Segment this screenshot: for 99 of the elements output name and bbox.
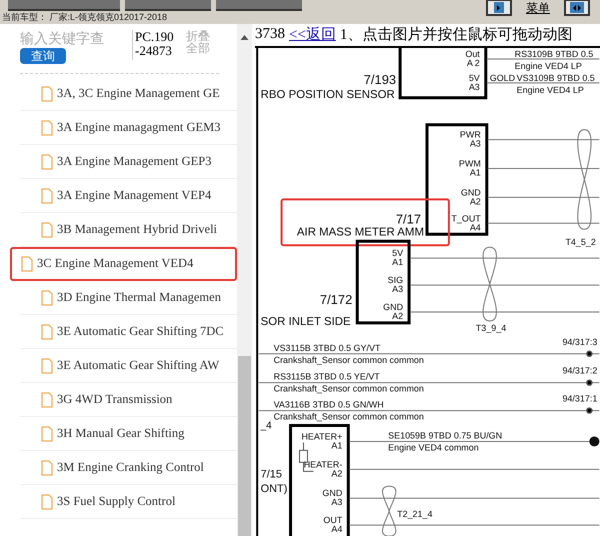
search-field[interactable]: 输入关键字查 — [20, 30, 120, 48]
file-icon — [41, 86, 53, 102]
twisted-pair-drawing — [382, 486, 396, 536]
file-icon — [41, 460, 53, 476]
search-button[interactable]: 查询 — [20, 48, 66, 64]
wire-circuit-label: Engine VED4 LP — [516, 84, 584, 95]
splice-icon — [586, 350, 593, 357]
pin-number-label: A3 — [331, 497, 342, 508]
wire-circuit-label: Crankshaft_Sensor common common — [274, 384, 424, 394]
splice-icon — [589, 436, 600, 446]
connector-ref-label: 7/17 — [396, 211, 422, 226]
file-icon — [41, 392, 53, 408]
page-number: 3738 — [255, 26, 285, 44]
code-text: PC.190-24873 — [132, 30, 176, 60]
file-icon — [41, 358, 53, 374]
pin-signal-label: HEATER+ — [301, 431, 342, 442]
splice-label: 94/317:3 — [562, 336, 598, 347]
tree-item[interactable]: 3G 4WD Transmission — [20, 383, 237, 417]
pin-signal-label: GND — [383, 302, 404, 312]
tree-item[interactable]: 3A, 3C Engine Management GE — [20, 77, 237, 111]
wire-circuit-label: Engine VED4 common — [388, 442, 479, 452]
component-name-label: AIR MASS METER AMM — [296, 226, 424, 238]
file-icon — [41, 154, 53, 170]
wire-code-label: VA3116B 3TBD 0.5 GN/WH — [274, 400, 384, 410]
file-icon — [41, 290, 53, 306]
file-icon — [41, 324, 53, 340]
pin-signal-label: 5V — [392, 248, 404, 258]
pin-signal-label: PWM — [458, 158, 481, 168]
file-icon — [41, 494, 53, 510]
pin-number-label: A 2 — [466, 58, 480, 68]
pin-number-label: A1 — [392, 257, 404, 268]
twist-label: T2_21_4 — [397, 509, 432, 520]
pin-signal-label: 5V — [468, 72, 480, 83]
wire-circuit-label: Engine VED4 LP — [514, 60, 582, 71]
twist-label: T4_5_2 — [565, 237, 596, 248]
pin-number-label: A1 — [331, 440, 342, 450]
wire-code-label: RS3115B 3TBD 0.5 YE/VT — [274, 372, 380, 382]
pin-signal-label: HEATER- — [304, 459, 342, 470]
scrollbar-thumb[interactable] — [238, 356, 251, 536]
file-icon — [41, 120, 53, 136]
wire-circuit-label: Crankshaft_Sensor common common — [274, 411, 424, 422]
panel-arrow-icon[interactable] — [486, 0, 512, 16]
component-name-label: RBO POSITION SENSOR — [260, 88, 395, 101]
tree-item[interactable]: 3M Engine Cranking Control — [20, 451, 237, 485]
back-link[interactable]: <<返回 — [289, 25, 336, 44]
file-icon — [21, 256, 33, 272]
wire-circuit-label: Crankshaft_Sensor common common — [274, 354, 424, 365]
pin-signal-label: GND — [322, 488, 342, 498]
connector-ref-label: 7/15 — [260, 468, 282, 480]
toolbar-button[interactable] — [216, 0, 302, 11]
tree-item[interactable]: 3S Fuel Supply Control — [20, 485, 237, 519]
tree-item[interactable]: 3A Engine managagment GEM3 — [20, 111, 237, 145]
component-name-label: ONT) — [260, 483, 288, 496]
pin-number-label: A3 — [392, 284, 404, 294]
pin-signal-label: PWR — [460, 130, 481, 140]
pin-number-label: A3 — [468, 82, 480, 92]
current-model-text: 当前车型： 厂家:L-领克领克012017-2018 — [1, 12, 168, 23]
file-icon — [41, 426, 53, 442]
twist-label: T3_9_4 — [476, 322, 506, 333]
splice-label: 94/317:1 — [562, 394, 598, 404]
tree-item[interactable]: 3B Management Hybrid Driveli — [20, 213, 237, 247]
tree-item[interactable]: 3D Engine Thermal Managemen — [20, 281, 237, 315]
pin-number-label: A4 — [331, 524, 342, 534]
pin-number-label: A2 — [331, 468, 342, 478]
splice-label: 94/317:2 — [562, 366, 598, 376]
toolbar-button[interactable] — [8, 0, 120, 11]
tree-item[interactable]: 3C Engine Management VED4 — [10, 247, 237, 281]
tree-item[interactable]: 3A Engine Management VEP4 — [20, 179, 237, 213]
pin-signal-label: OUT — [323, 515, 342, 526]
pin-number-label: A3 — [470, 138, 481, 149]
hint-text: 1、点击图片并按住鼠标可拖动动图 — [340, 26, 572, 44]
tree-item[interactable]: 3E Automatic Gear Shifting 7DC — [20, 315, 237, 349]
wire-code-label: SE1059B 9TBD 0.75 BU/GN — [388, 430, 502, 440]
file-icon — [41, 222, 53, 238]
menu-link[interactable]: 菜单 — [526, 1, 550, 15]
pin-number-label: A2 — [392, 310, 404, 321]
splice-icon — [586, 407, 593, 414]
tree-item[interactable]: 3A Engine Management GEP3 — [20, 145, 237, 179]
file-icon — [41, 188, 53, 204]
splice-icon — [586, 379, 593, 386]
component-name-label: SOR INLET SIDE — [260, 316, 351, 328]
wire-code-label: VS3115B 3TBD 0.5 GY/VT — [274, 342, 380, 353]
pin-signal-label: Out — [465, 48, 480, 59]
pin-signal-label: GND — [460, 187, 481, 198]
pin-number-label: A1 — [470, 167, 481, 178]
edge-label: _4 — [260, 420, 272, 432]
pin-signal-label: SIG — [388, 274, 404, 285]
pin-number-label: A4 — [470, 222, 481, 232]
wire-color-label: GOLD — [490, 72, 516, 83]
wire-code-label: RS3109B 9TBD 0.5 — [514, 48, 594, 59]
wire-code-label: VS3109B 9TBD 0.5 — [516, 72, 595, 83]
tree-item[interactable]: 3H Manual Gear Shifting — [20, 417, 237, 451]
pin-number-label: A2 — [470, 196, 481, 206]
toolbar-button[interactable] — [125, 0, 211, 11]
split-panel-icon[interactable] — [564, 0, 590, 16]
pin-signal-label: T_OUT — [451, 213, 481, 224]
connector-ref-label: 7/172 — [320, 292, 352, 307]
tree-item[interactable]: 3E Automatic Gear Shifting AW — [20, 349, 237, 383]
connector-ref-label: 7/193 — [364, 72, 396, 87]
